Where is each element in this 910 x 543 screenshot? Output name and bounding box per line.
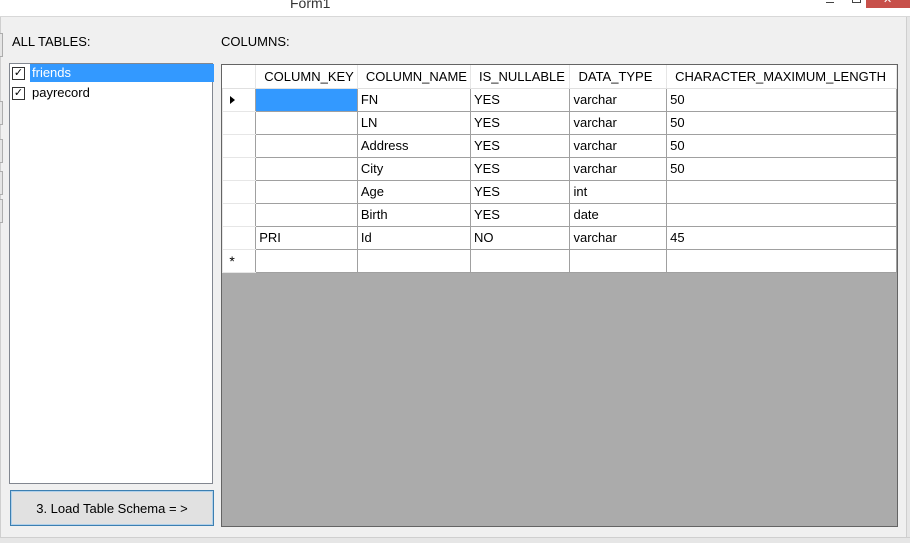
cell-type[interactable]: int (569, 179, 668, 204)
cell-key[interactable] (255, 133, 358, 158)
row-header[interactable] (222, 110, 257, 135)
cell-name[interactable] (356, 248, 471, 273)
column-header-key[interactable]: COLUMN_KEY (255, 65, 358, 89)
cell-length[interactable] (666, 179, 897, 204)
corner-header[interactable] (222, 65, 257, 89)
cell-nullable[interactable]: YES (469, 156, 571, 181)
cell-type[interactable]: varchar (569, 87, 668, 112)
columns-table: COLUMN_KEY COLUMN_NAME IS_NULLABLE DATA_… (222, 65, 897, 273)
cell-name[interactable]: Birth (356, 202, 471, 227)
cell-length[interactable] (666, 202, 897, 227)
columns-label: COLUMNS: (221, 34, 290, 49)
column-header-nullable[interactable]: IS_NULLABLE (470, 65, 571, 89)
table-row[interactable]: PRI Id NO varchar 45 (222, 225, 897, 250)
cell-length[interactable]: 50 (666, 87, 897, 112)
cell-key[interactable] (255, 248, 358, 273)
cell-name[interactable]: FN (356, 87, 471, 112)
cell-type[interactable]: varchar (569, 225, 668, 250)
clipped-button[interactable] (0, 199, 3, 223)
window-frame-bottom (0, 537, 910, 543)
checkbox-icon[interactable]: ✓ (12, 67, 25, 80)
cell-type[interactable]: varchar (569, 110, 668, 135)
cell-nullable[interactable]: YES (469, 202, 571, 227)
cell-name[interactable]: Address (356, 133, 471, 158)
header-row: COLUMN_KEY COLUMN_NAME IS_NULLABLE DATA_… (222, 65, 897, 89)
cell-key[interactable] (255, 179, 358, 204)
table-row[interactable]: Age YES int (222, 179, 897, 204)
new-row-asterisk-icon: * (229, 252, 235, 269)
row-header[interactable] (222, 87, 257, 112)
clipped-button[interactable] (0, 33, 3, 57)
cell-name[interactable]: Age (356, 179, 471, 204)
cell-length[interactable]: 50 (666, 133, 897, 158)
cell-nullable[interactable]: YES (469, 110, 571, 135)
column-header-type[interactable]: DATA_TYPE (569, 65, 668, 89)
cell-length[interactable]: 50 (666, 110, 897, 135)
table-row[interactable]: Address YES varchar 50 (222, 133, 897, 158)
maximize-icon[interactable] (846, 0, 866, 8)
columns-grid[interactable]: COLUMN_KEY COLUMN_NAME IS_NULLABLE DATA_… (221, 64, 898, 527)
clipped-button[interactable] (0, 171, 3, 195)
cell-name[interactable]: City (356, 156, 471, 181)
window-frame-right (906, 17, 910, 542)
row-header[interactable] (222, 225, 257, 250)
cell-length[interactable] (666, 248, 897, 273)
cell-length[interactable]: 45 (666, 225, 897, 250)
window-title: Form1 (290, 0, 331, 11)
clipped-button[interactable] (0, 101, 3, 125)
row-header[interactable]: * (222, 248, 257, 273)
cell-key[interactable] (255, 110, 358, 135)
table-item-payrecord[interactable]: ✓ payrecord (10, 84, 212, 104)
row-header[interactable] (222, 179, 257, 204)
cell-name[interactable]: Id (356, 225, 471, 250)
row-header[interactable] (222, 156, 257, 181)
cell-key[interactable] (255, 202, 358, 227)
table-row[interactable]: LN YES varchar 50 (222, 110, 897, 135)
cell-type[interactable]: varchar (569, 133, 668, 158)
current-row-arrow-icon (229, 96, 235, 104)
title-bar: Form1 (0, 0, 910, 17)
column-header-length[interactable]: CHARACTER_MAXIMUM_LENGTH (666, 65, 897, 89)
window-frame-left (0, 17, 1, 537)
checkbox-icon[interactable]: ✓ (12, 87, 25, 100)
table-row[interactable]: City YES varchar 50 (222, 156, 897, 181)
table-item-label: payrecord (32, 85, 90, 100)
cell-nullable[interactable]: YES (469, 87, 571, 112)
load-table-schema-button[interactable]: 3. Load Table Schema = > (10, 490, 214, 526)
table-row[interactable]: Birth YES date (222, 202, 897, 227)
minimize-icon[interactable] (820, 0, 840, 8)
table-row[interactable]: FN YES varchar 50 (222, 87, 897, 112)
cell-nullable[interactable]: NO (469, 225, 571, 250)
cell-length[interactable]: 50 (666, 156, 897, 181)
cell-key[interactable] (255, 156, 358, 181)
cell-type[interactable]: date (569, 202, 668, 227)
clipped-button[interactable] (0, 139, 3, 163)
tables-checked-list[interactable]: ✓ friends ✓ payrecord (9, 63, 214, 484)
all-tables-label: ALL TABLES: (12, 34, 91, 49)
close-icon[interactable] (866, 0, 910, 8)
column-header-name[interactable]: COLUMN_NAME (357, 65, 471, 89)
cell-key[interactable]: PRI (255, 225, 358, 250)
cell-key[interactable] (255, 87, 358, 112)
cell-nullable[interactable]: YES (469, 133, 571, 158)
new-row[interactable]: * (222, 248, 897, 273)
cell-type[interactable]: varchar (569, 156, 668, 181)
cell-nullable[interactable] (469, 248, 571, 273)
table-item-friends[interactable]: ✓ friends (10, 64, 214, 84)
row-header[interactable] (222, 202, 257, 227)
table-item-label: friends (30, 64, 214, 82)
row-header[interactable] (222, 133, 257, 158)
cell-type[interactable] (569, 248, 668, 273)
cell-name[interactable]: LN (356, 110, 471, 135)
cell-nullable[interactable]: YES (469, 179, 571, 204)
